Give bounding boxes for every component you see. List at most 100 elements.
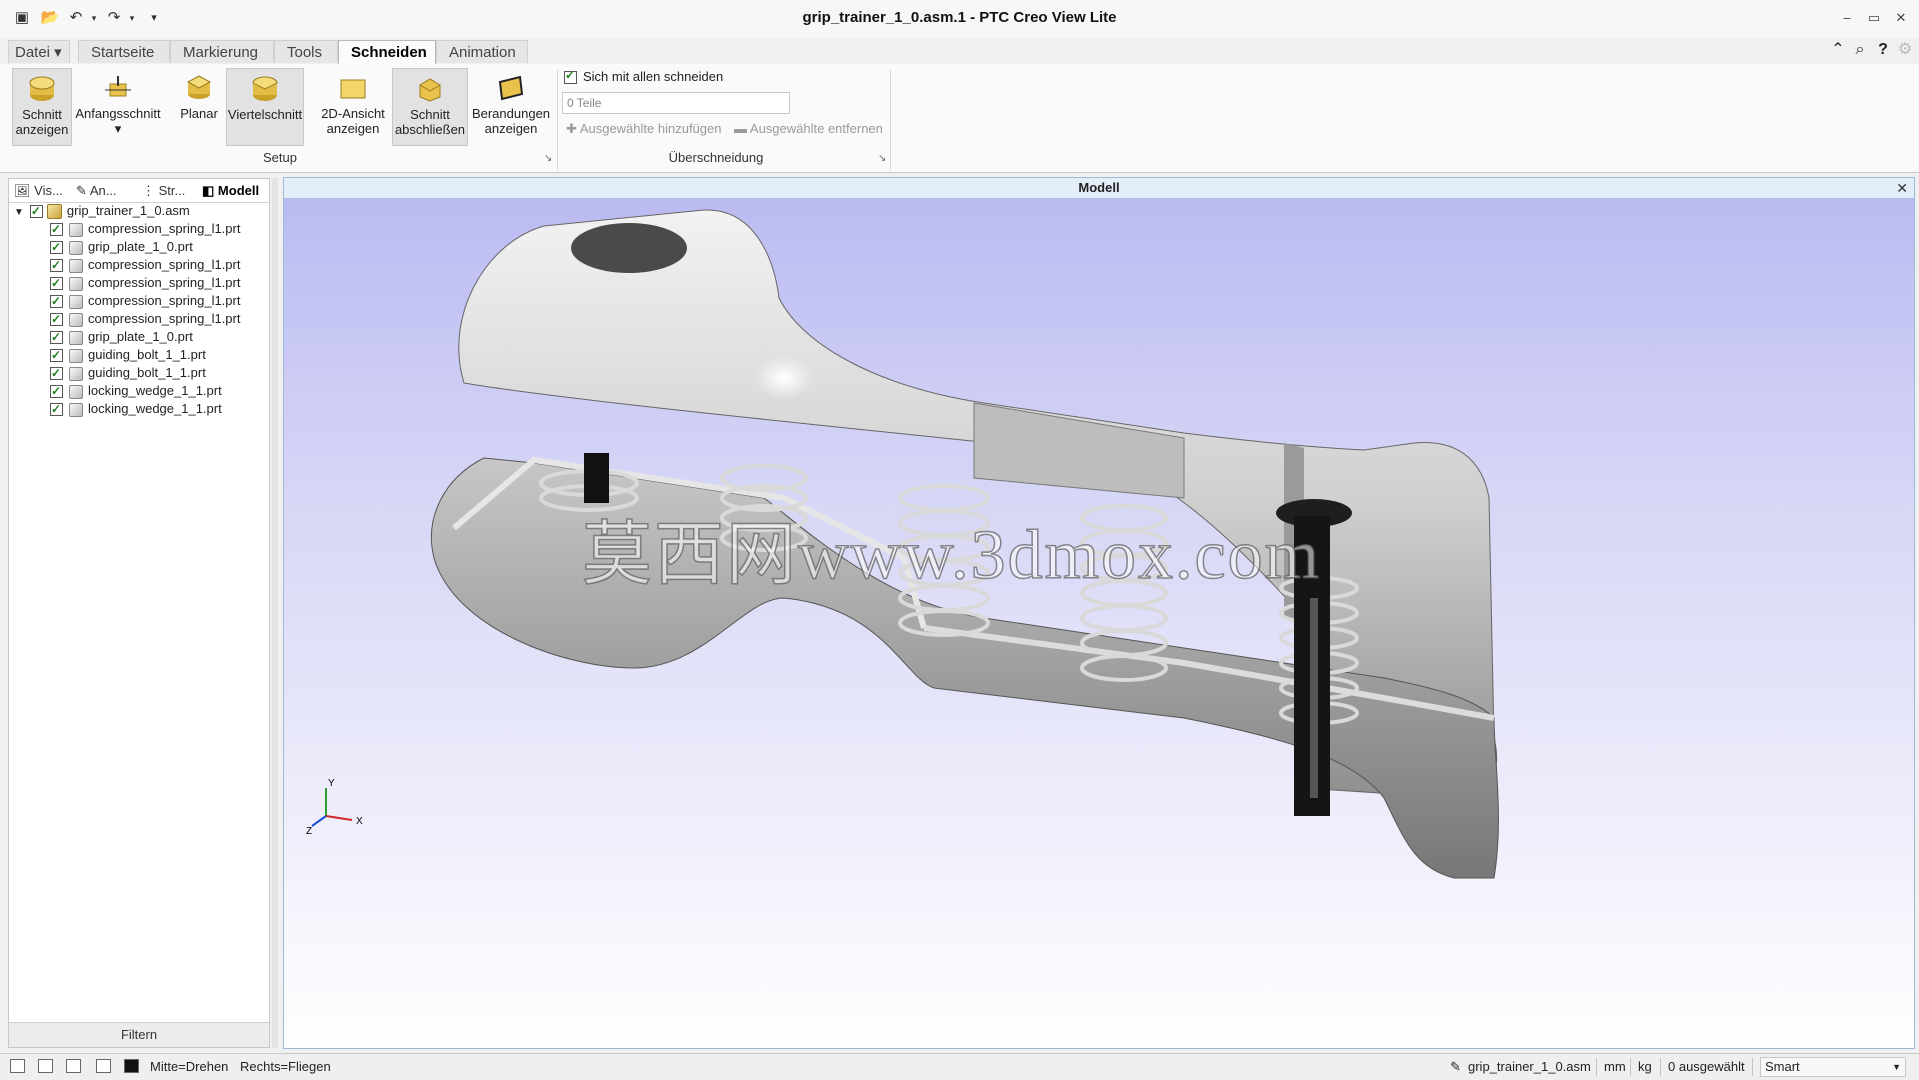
tab-startseite[interactable]: Startseite [78,40,170,63]
tab-model[interactable]: ◧ Modell [202,180,266,202]
length-unit[interactable]: mm [1604,1059,1626,1074]
tree-item-checkbox[interactable] [50,292,63,310]
tree-item-checkbox[interactable] [50,328,63,346]
part-icon [69,366,83,381]
tree-item[interactable]: compression_spring_l1.prt [50,220,240,238]
help-icon[interactable]: ? [1873,40,1893,60]
tab-markierung[interactable]: Markierung [170,40,274,63]
cut-all-checkbox[interactable] [564,68,577,85]
planar-label: Planar [180,106,218,121]
visibility-icon: 🖼 [14,183,31,198]
collapse-ribbon-icon[interactable]: ⌃ [1828,40,1848,60]
tab-structure[interactable]: ⋮ Str... [142,180,185,202]
model-render[interactable]: Y X Z [284,198,1914,1048]
tree-item[interactable]: guiding_bolt_1_1.prt [50,364,206,382]
tree-item-label: compression_spring_l1.prt [88,257,241,272]
tree-item-checkbox[interactable] [50,382,63,400]
model-name-icon: ✎ [1450,1059,1461,1074]
tree-item-checkbox[interactable] [50,310,63,328]
viewport-close-icon[interactable]: ✕ [1896,178,1908,198]
section-show-icon [29,76,55,101]
selection-mode-select[interactable]: Smart ▼ [1760,1057,1906,1077]
tree-item-checkbox[interactable] [50,400,63,418]
layout-window-icon[interactable] [96,1059,111,1073]
tree-item[interactable]: locking_wedge_1_1.prt [50,382,222,400]
status-bar: Mitte=Drehen Rechts=Fliegen ✎ grip_train… [0,1053,1919,1080]
viewport-title: Modell [284,178,1914,199]
tree-item[interactable]: grip_plate_1_0.prt [50,238,193,256]
tab-schneiden[interactable]: Schneiden [338,40,436,65]
show-boundaries-line1: Berandungen [471,106,551,121]
planar-button[interactable]: Planar [176,68,222,146]
watermark-text: 莫西网www.3dmox.com [581,516,1322,595]
tree-item-checkbox[interactable] [50,346,63,364]
group-separator [557,70,558,170]
tree-item[interactable]: guiding_bolt_1_1.prt [50,346,206,364]
show-section-line2: anzeigen [15,122,69,137]
layout-horizontal-icon[interactable] [66,1059,81,1073]
window-title: grip_trainer_1_0.asm.1 - PTC Creo View L… [802,9,1117,26]
layout-single-icon[interactable] [10,1059,25,1073]
highlight [754,356,814,400]
model-name[interactable]: grip_trainer_1_0.asm [1468,1059,1591,1074]
search-icon[interactable]: ⌕ [1850,40,1870,60]
show-boundaries-button[interactable]: Berandungen anzeigen [470,68,552,146]
tree-item[interactable]: grip_plate_1_0.prt [50,328,193,346]
setup-launcher-icon[interactable]: ↘ [544,153,552,164]
cut-all-label: Sich mit allen schneiden [583,69,724,84]
tree-item-checkbox[interactable] [50,274,63,292]
part-icon [69,222,83,237]
tree-item[interactable]: compression_spring_l1.prt [50,292,240,310]
tab-tools[interactable]: Tools [274,40,338,63]
minimize-icon[interactable]: – [1835,8,1859,28]
show-section-button[interactable]: Schnitt anzeigen [12,68,72,146]
tab-animation[interactable]: Animation [436,40,528,63]
filter-button[interactable]: Filtern [9,1022,269,1047]
tree-item-checkbox[interactable] [50,256,63,274]
tab-structure-label: Str... [158,183,186,198]
status-separator [1660,1058,1661,1076]
close-section-button[interactable]: Schnitt abschließen [392,68,468,146]
layout-split-icon[interactable] [38,1059,53,1073]
add-selected-button[interactable]: ✚ Ausgewählte hinzufügen [566,121,721,137]
tab-visibility[interactable]: 🖼 Vis... [14,180,63,202]
mouse-right-hint: Rechts=Fliegen [240,1059,331,1074]
intersection-launcher-icon[interactable]: ↘ [878,153,886,164]
selection-mode-value: Smart [1765,1059,1800,1074]
remove-selected-button[interactable]: ▬ Ausgewählte entfernen [734,121,883,136]
parts-field[interactable]: 0 Teile [562,92,790,114]
initial-section-button[interactable]: Anfangsschnitt ▾ [74,68,162,146]
tree-item-checkbox[interactable] [50,364,63,382]
cut-all-row[interactable]: Sich mit allen schneiden [564,68,724,85]
settings-icon[interactable]: ⚙ [1895,40,1915,60]
tree-item[interactable]: compression_spring_l1.prt [50,274,240,292]
axis-triad: Y X Z [306,778,363,837]
tab-annotations[interactable]: ✎ An... [76,180,117,202]
part-icon [69,384,83,399]
tab-datei[interactable]: Datei ▾ [8,40,70,63]
group-intersection-label: Überschneidung [668,150,764,165]
tree-item-label: grip_plate_1_0.prt [88,239,193,254]
close-window-icon[interactable]: ✕ [1889,8,1913,28]
locking-wedge[interactable] [584,453,609,503]
tree-item-label: locking_wedge_1_1.prt [88,383,222,398]
tree-item-checkbox[interactable] [50,238,63,256]
tree-root[interactable]: ▼ grip_trainer_1_0.asm [14,202,190,220]
3d-viewport[interactable]: Modell ✕ Y X Z 莫西网www.3dmox.com [283,177,1915,1049]
tree-item[interactable]: compression_spring_l1.prt [50,310,240,328]
planar-cut-icon [186,75,212,99]
tree-item-checkbox[interactable] [50,220,63,238]
console-icon[interactable] [124,1059,139,1073]
maximize-icon[interactable]: ▭ [1862,8,1886,28]
tree-item[interactable]: compression_spring_l1.prt [50,256,240,274]
mass-unit[interactable]: kg [1638,1059,1652,1074]
root-checkbox[interactable] [29,202,43,220]
tree-item[interactable]: locking_wedge_1_1.prt [50,400,222,418]
initial-section-icon [105,76,131,97]
panel-splitter[interactable] [272,178,278,1048]
part-icon [69,294,83,309]
quarter-cut-button[interactable]: Viertelschnitt [226,68,304,146]
tree-collapse-icon[interactable]: ▼ [14,207,24,218]
part-icon [69,258,83,273]
show-2d-view-button[interactable]: 2D-Ansicht anzeigen [318,68,388,146]
